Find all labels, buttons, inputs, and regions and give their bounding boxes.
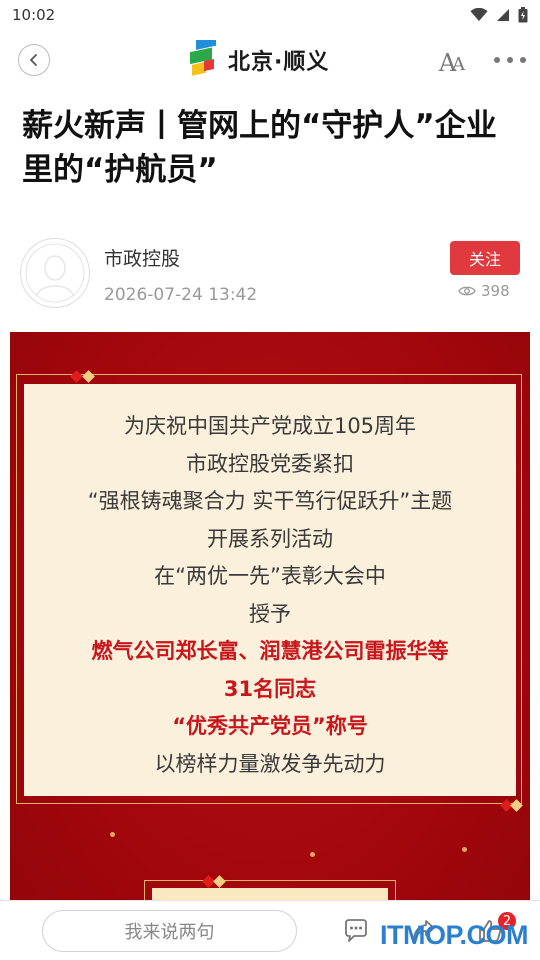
avatar[interactable]: [20, 238, 90, 308]
poster-line: 授予: [249, 601, 291, 626]
back-button[interactable]: [18, 44, 50, 76]
watermark-logo: ITMOP.COM: [380, 920, 529, 950]
article-title: 薪火新声丨管网上的“守护人”企业里的“护航员”: [22, 108, 497, 188]
follow-button[interactable]: 关注: [450, 241, 520, 275]
eye-icon: [458, 286, 476, 296]
poster-line: 为庆祝中国共产党成立105周年: [123, 414, 417, 438]
poster-line: 燃气公司郑长富、润慧港公司雷振华等: [91, 639, 449, 663]
poster-line: “优秀共产党员”称号: [172, 714, 368, 738]
status-icons: [470, 7, 528, 23]
more-dot-icon: [507, 57, 513, 63]
status-time: 10:02: [12, 6, 56, 24]
logo-mark-icon: [190, 40, 216, 76]
poster-line: 以榜样力量激发争先动力: [154, 751, 386, 776]
chevron-left-icon: [30, 54, 37, 66]
publish-time: 2026-07-24 13:42: [104, 285, 258, 305]
poster-line: “强根铸魂聚合力 实干笃行促跃升”主题: [87, 489, 453, 513]
more-dot-icon: [494, 57, 500, 63]
author-name[interactable]: 市政控股: [104, 244, 180, 271]
signal-icon: [497, 9, 509, 21]
font-size-button[interactable]: AA: [436, 44, 468, 76]
comment-icon[interactable]: [342, 917, 370, 945]
poster-line: 市政控股党委紧扣: [186, 451, 354, 476]
view-count: 398: [458, 282, 510, 300]
logo-text: 北京·顺义: [228, 50, 330, 75]
wifi-icon: [470, 8, 488, 21]
app-logo: 北京·顺义: [186, 40, 329, 80]
comment-input[interactable]: 我来说两句: [42, 910, 297, 952]
article-poster: 为庆祝中国共产党成立105周年 市政控股党委紧扣 “强根铸魂聚合力 实干笃行促跃升”…: [10, 332, 530, 960]
more-dot-icon: [520, 57, 526, 63]
poster-line: 开展系列活动: [207, 526, 333, 551]
poster-line: 在“两优一先”表彰大会中: [154, 564, 386, 588]
sparkle: [310, 852, 315, 857]
sparkle: [110, 832, 115, 837]
sparkle: [462, 847, 467, 852]
battery-icon: [518, 7, 528, 23]
status-bar: 10:02: [0, 0, 540, 30]
font-size-icon-small: A: [452, 54, 466, 75]
poster-text: 为庆祝中国共产党成立105周年 市政控股党委紧扣 “强根铸魂聚合力 实干笃行促跃升”…: [24, 408, 516, 783]
view-count-value: 398: [481, 282, 510, 300]
user-placeholder-icon: [25, 243, 85, 303]
top-nav: 北京·顺义 AA: [0, 30, 540, 92]
poster-card: 为庆祝中国共产党成立105周年 市政控股党委紧扣 “强根铸魂聚合力 实干笃行促跃升”…: [24, 384, 516, 796]
poster-line: 31名同志: [223, 676, 317, 701]
more-button[interactable]: [494, 48, 526, 72]
